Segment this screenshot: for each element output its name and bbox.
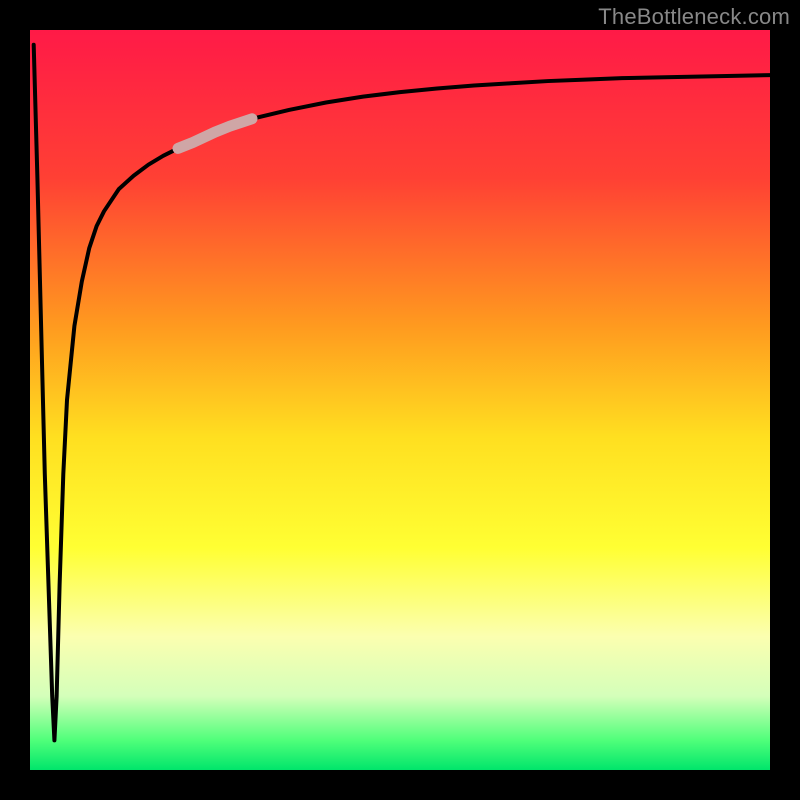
chart-frame: TheBottleneck.com (0, 0, 800, 800)
curve-layer (30, 30, 770, 770)
watermark-text: TheBottleneck.com (598, 4, 790, 30)
plot-area (30, 30, 770, 770)
bottleneck-curve (34, 45, 770, 741)
highlight-segment (178, 119, 252, 149)
